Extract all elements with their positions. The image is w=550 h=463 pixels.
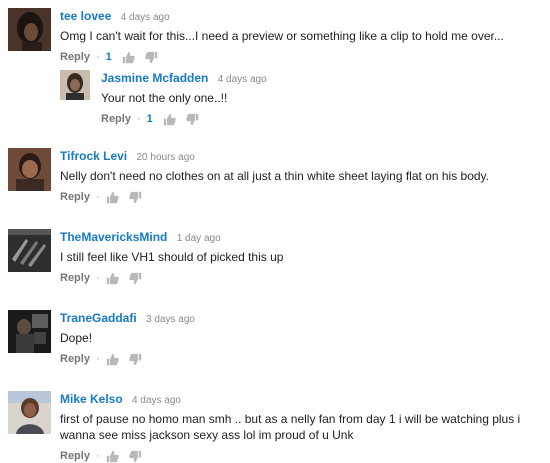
avatar[interactable] (8, 391, 51, 434)
comment-text: Dope! (60, 331, 93, 345)
comment-author[interactable]: TheMavericksMind (60, 230, 167, 244)
separator-dot: · (95, 272, 100, 284)
thumbs-down-icon[interactable] (145, 51, 158, 64)
reply-button[interactable]: Reply (60, 271, 90, 285)
comment-text: first of pause no homo man smh .. but as… (60, 412, 521, 442)
comment-author[interactable]: Mike Kelso (60, 392, 123, 406)
avatar-image (8, 8, 51, 51)
thumbs-up-icon[interactable] (106, 272, 119, 285)
avatar-image (8, 310, 51, 353)
reply-button[interactable]: Reply (101, 112, 131, 126)
reply-button[interactable]: Reply (60, 50, 90, 64)
avatar[interactable] (8, 229, 51, 272)
comment-timestamp[interactable]: 4 days ago (121, 12, 170, 23)
reply-button[interactable]: Reply (60, 190, 90, 204)
avatar[interactable] (60, 70, 90, 100)
comment-actions: Reply · 1 (60, 50, 544, 64)
avatar-image (60, 70, 90, 100)
comment-text: Your not the only one..!! (101, 91, 228, 105)
separator-dot: · (95, 191, 100, 203)
avatar[interactable] (8, 310, 51, 353)
comment-text: Nelly don't need no clothes on at all ju… (60, 169, 489, 183)
avatar-image (8, 229, 51, 272)
comment-author[interactable]: Tifrock Levi (60, 149, 127, 163)
comment-timestamp[interactable]: 4 days ago (218, 74, 267, 85)
comment-actions: Reply · (60, 271, 544, 285)
like-count: 1 (105, 51, 112, 63)
avatar-image (8, 391, 51, 434)
thumbs-down-icon[interactable] (128, 191, 142, 204)
thumbs-up-icon[interactable] (106, 353, 119, 366)
comment-actions: Reply · 1 (101, 112, 544, 126)
comment-timestamp[interactable]: 20 hours ago (136, 152, 194, 163)
comment-actions: Reply · (60, 352, 544, 366)
comment-author[interactable]: TraneGaddafi (60, 311, 137, 325)
comment-author[interactable]: tee lovee (60, 9, 111, 23)
reply-button[interactable]: Reply (60, 352, 90, 366)
thumbs-down-icon[interactable] (128, 272, 142, 285)
thumbs-down-icon[interactable] (128, 353, 142, 366)
thumbs-down-icon[interactable] (186, 113, 199, 126)
thumbs-up-icon[interactable] (106, 191, 119, 204)
separator-dot: · (136, 113, 141, 125)
avatar[interactable] (8, 8, 51, 51)
avatar[interactable] (8, 148, 51, 191)
thumbs-up-icon[interactable] (122, 51, 135, 64)
separator-dot: · (95, 353, 100, 365)
comment-author[interactable]: Jasmine Mcfadden (101, 71, 208, 85)
comment-text: Omg I can't wait for this...I need a pre… (60, 29, 504, 43)
avatar-image (8, 148, 51, 191)
comment-actions: Reply · (60, 190, 544, 204)
comment-timestamp[interactable]: 1 day ago (177, 233, 221, 244)
comment-text: I still feel like VH1 should of picked t… (60, 250, 284, 264)
like-count: 1 (146, 113, 153, 125)
separator-dot: · (95, 51, 100, 63)
comment-timestamp[interactable]: 4 days ago (132, 395, 181, 406)
thumbs-up-icon[interactable] (163, 113, 176, 126)
comment-timestamp[interactable]: 3 days ago (146, 314, 195, 325)
